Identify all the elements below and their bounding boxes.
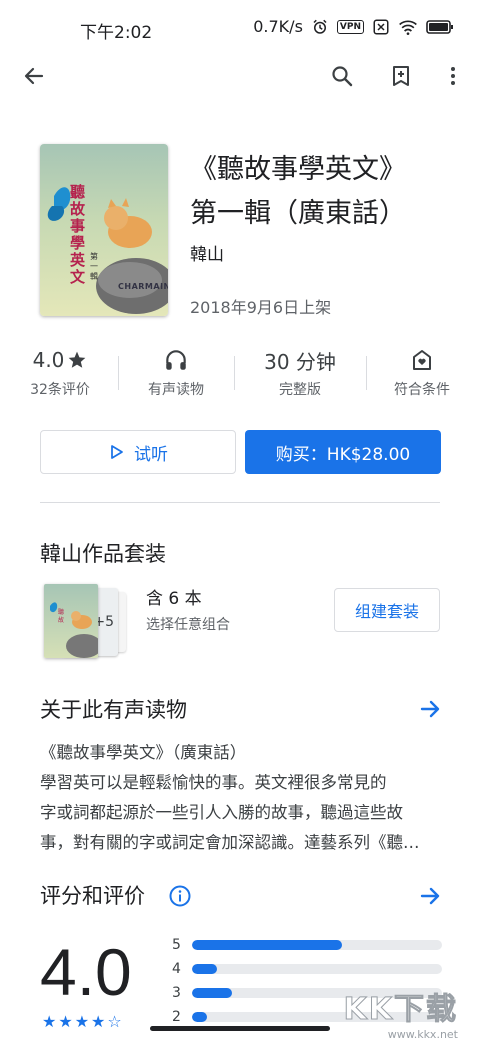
rating-count: 32条评价	[30, 382, 90, 398]
svg-text:聽: 聽	[58, 608, 64, 616]
headphones-icon	[166, 350, 186, 370]
stats-row: 4.0 32条评价 有声读物 30 分钟 完整版 符合条件	[0, 345, 480, 405]
watermark: KK下载 www.kkx.net	[343, 984, 458, 1040]
rating-bar-track	[192, 964, 442, 974]
more-vert-icon	[451, 67, 455, 85]
stat-audiobook: 有声读物	[136, 345, 216, 399]
star-icon	[69, 351, 86, 368]
arrow-forward-icon	[420, 700, 440, 718]
bundle-subtitle: 选择任意组合	[146, 617, 230, 633]
rating-stars: ★★★★☆	[42, 1012, 124, 1031]
rating-bar-label: 4	[172, 961, 181, 977]
rating-bar-label: 2	[172, 1009, 181, 1025]
section-divider	[40, 502, 440, 503]
stat-rating[interactable]: 4.0 32条评价	[22, 345, 98, 399]
about-line: 學習英可以是輕鬆愉快的事。英文裡很多常見的	[40, 773, 387, 792]
wifi-icon	[399, 20, 417, 35]
cover-brand: CHARMAINE	[118, 282, 168, 291]
battery-icon	[426, 19, 453, 34]
status-time: 下午2:02	[80, 23, 153, 43]
status-bar: 下午2:02 0.7K/s VPN	[0, 0, 480, 56]
rating-bar-label: 5	[172, 937, 181, 953]
play-icon	[111, 445, 123, 459]
arrow-forward-icon	[420, 887, 440, 905]
svg-text:故: 故	[58, 616, 64, 624]
rating-bar-label: 3	[172, 985, 181, 1001]
book-title-line1: 《聽故事學英文》	[190, 154, 406, 185]
gesture-nav-bar[interactable]	[150, 1026, 330, 1031]
search-icon	[332, 66, 353, 87]
rating-bar-fill	[192, 940, 342, 950]
sim-icon	[373, 19, 389, 34]
rating-bar-row: 5	[172, 935, 442, 955]
family-library-icon	[413, 350, 431, 370]
status-indicators: 0.7K/s VPN	[253, 17, 454, 36]
about-line: 《聽故事學英文》（廣東話）	[40, 743, 247, 762]
about-more-button[interactable]	[418, 697, 442, 721]
more-options-button[interactable]	[437, 60, 469, 92]
buy-button[interactable]: 购买：HK$28.00	[245, 430, 441, 474]
search-button[interactable]	[326, 60, 358, 92]
buy-label: 购买：HK$28.00	[275, 444, 411, 465]
stats-divider	[366, 356, 367, 390]
rating-bar-track	[192, 940, 442, 950]
audiobook-label: 有声读物	[148, 382, 204, 398]
duration-label: 完整版	[279, 382, 321, 398]
duration-value: 30 分钟	[264, 349, 336, 374]
book-title-line2: 第一輯（廣東話）	[190, 198, 406, 229]
rating-bar-fill	[192, 988, 232, 998]
release-date: 2018年9月6日上架	[190, 298, 332, 317]
rating-bar-fill	[192, 964, 217, 974]
rating-bar-fill	[192, 1012, 207, 1022]
cover-volume: 第一輯	[90, 252, 98, 281]
rating-bar-row: 4	[172, 959, 442, 979]
book-cover[interactable]: 聽故事學英文 第一輯 CHARMAINE	[40, 144, 168, 316]
author-link[interactable]: 韓山	[190, 240, 224, 265]
app-bar	[0, 56, 480, 96]
preview-label: 试听	[134, 444, 168, 465]
info-icon[interactable]	[168, 884, 192, 908]
about-line: 字或詞都起源於一些引人入勝的故事，聽過這些故	[40, 803, 403, 822]
stats-divider	[118, 356, 119, 390]
stat-eligible[interactable]: 符合条件	[382, 345, 462, 399]
ratings-title: 评分和评价	[40, 884, 145, 908]
bookmark-add-icon	[393, 66, 409, 86]
back-arrow-icon	[24, 67, 44, 85]
bundle-count: 含 6 本	[146, 589, 202, 609]
wishlist-button[interactable]	[385, 60, 417, 92]
ratings-more-button[interactable]	[418, 884, 442, 908]
alarm-icon	[313, 19, 327, 34]
preview-button[interactable]: 试听	[40, 430, 236, 474]
stats-divider	[234, 356, 235, 390]
bundle-title: 韓山作品套装	[40, 542, 166, 566]
about-title: 关于此有声读物	[40, 698, 187, 722]
network-speed: 0.7K/s	[253, 17, 303, 36]
build-bundle-label: 组建套装	[354, 602, 419, 621]
back-button[interactable]	[18, 60, 50, 92]
about-line: 事，對有關的字或詞定會加深認識。達藝系列《聽…	[40, 833, 420, 852]
eligible-label: 符合条件	[394, 382, 450, 398]
book-title: 《聽故事學英文》 第一輯（廣東話）	[190, 148, 406, 236]
build-bundle-button[interactable]: 组建套装	[334, 588, 440, 632]
watermark-url: www.kkx.net	[387, 1028, 458, 1040]
bundle-cover-illustration: 聽 故	[50, 602, 98, 658]
bundle-thumbnail[interactable]: 聽 故	[44, 584, 98, 658]
rating-value: 4.0	[32, 348, 65, 372]
watermark-text: KK下载	[343, 992, 458, 1028]
stat-duration: 30 分钟 完整版	[250, 345, 350, 399]
about-description[interactable]: 《聽故事學英文》（廣東話） 學習英可以是輕鬆愉快的事。英文裡很多常見的 字或詞都…	[40, 738, 444, 858]
cover-title: 聽故事學英文	[70, 183, 86, 286]
vpn-icon: VPN	[336, 19, 364, 34]
overall-rating: 4.0	[40, 935, 132, 1009]
